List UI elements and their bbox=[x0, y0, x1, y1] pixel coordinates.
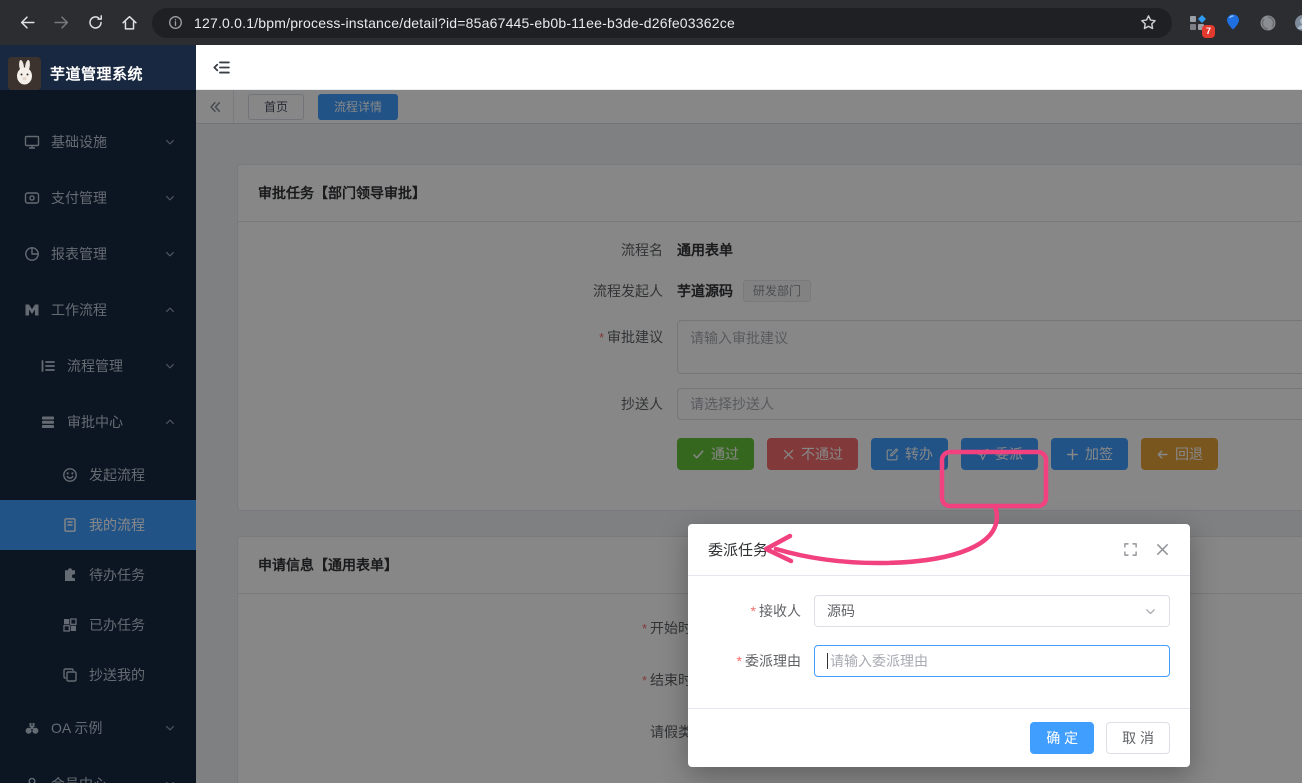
reload-icon[interactable] bbox=[78, 6, 112, 40]
address-bar[interactable]: 127.0.0.1/bpm/process-instance/detail?id… bbox=[152, 8, 1172, 38]
receiver-value: 源码 bbox=[827, 601, 855, 621]
delegate-task-dialog: 委派任务 *接收人 源码 *委派理由 请输入委派理由 bbox=[688, 524, 1190, 767]
screenshot-root: 127.0.0.1/bpm/process-instance/detail?id… bbox=[0, 0, 1302, 783]
reason-input[interactable]: 请输入委派理由 bbox=[814, 645, 1170, 677]
text-cursor bbox=[827, 653, 828, 669]
info-icon[interactable] bbox=[164, 12, 186, 34]
rabbit-logo-icon bbox=[8, 57, 41, 90]
receiver-label: *接收人 bbox=[708, 601, 801, 621]
chevron-down-icon bbox=[1144, 605, 1157, 618]
confirm-button[interactable]: 确 定 bbox=[1030, 722, 1094, 754]
dialog-title: 委派任务 bbox=[708, 539, 768, 560]
home-icon[interactable] bbox=[112, 6, 146, 40]
dialog-header: 委派任务 bbox=[688, 524, 1190, 576]
dialog-footer: 确 定 取 消 bbox=[688, 708, 1190, 767]
extensions-tray: 72 bbox=[1186, 11, 1302, 35]
reason-label: *委派理由 bbox=[708, 651, 801, 671]
app-title: 芋道管理系统 bbox=[50, 63, 143, 84]
cancel-button[interactable]: 取 消 bbox=[1106, 722, 1170, 754]
close-icon[interactable] bbox=[1154, 542, 1170, 558]
ext-blocker-icon[interactable]: 7 bbox=[1186, 11, 1210, 35]
forward-arrow-icon[interactable] bbox=[44, 6, 78, 40]
reason-placeholder: 请输入委派理由 bbox=[830, 651, 928, 671]
top-navbar bbox=[196, 45, 1302, 90]
bookmark-star-icon[interactable] bbox=[1136, 11, 1160, 35]
fold-icon[interactable] bbox=[210, 56, 232, 78]
ext-balloon-icon[interactable] bbox=[1221, 11, 1245, 35]
browser-toolbar: 127.0.0.1/bpm/process-instance/detail?id… bbox=[0, 0, 1302, 45]
ext-disc-icon[interactable] bbox=[1256, 11, 1280, 35]
dialog-body: *接收人 源码 *委派理由 请输入委派理由 bbox=[688, 576, 1190, 708]
url-text[interactable]: 127.0.0.1/bpm/process-instance/detail?id… bbox=[194, 15, 1136, 31]
fullscreen-icon[interactable] bbox=[1122, 542, 1138, 558]
receiver-select[interactable]: 源码 bbox=[814, 595, 1170, 627]
back-arrow-icon[interactable] bbox=[10, 6, 44, 40]
extension-badge: 7 bbox=[1202, 25, 1215, 38]
profile-avatar-icon[interactable]: 2 bbox=[1291, 11, 1302, 35]
